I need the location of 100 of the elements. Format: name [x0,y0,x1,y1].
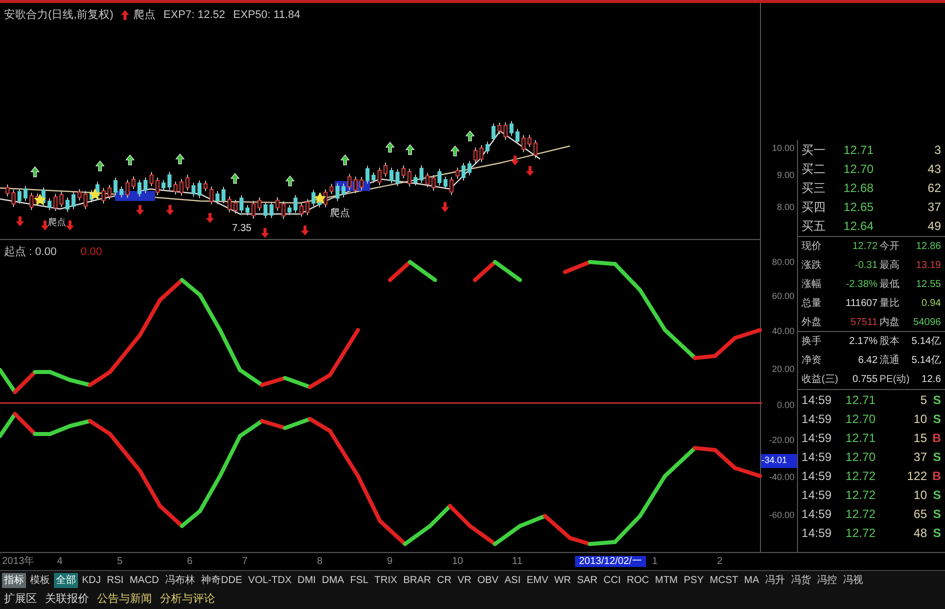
indicator-tab[interactable]: DMI [296,572,318,588]
tick-volume: 5 [919,392,927,408]
quote-value: 12.72 [852,240,878,254]
indicator-tab[interactable]: EMV [524,572,550,588]
bid-volume: 43 [926,160,941,178]
panel-tab[interactable]: 分析与评论 [160,590,215,608]
star-icon [89,188,101,200]
bid-volume: 37 [926,198,941,216]
indicator-tab[interactable]: 神奇DDE [199,572,244,588]
quote-value: 12.6 [920,373,941,387]
quote-value: -2.38% [844,278,878,292]
up-arrow-icon [385,142,395,153]
axis-label: 0.00 [777,399,795,412]
axis-label: 8.00 [777,201,795,214]
indicator-tab[interactable]: BRAR [401,572,433,588]
indicator-tab[interactable]: CCI [602,572,623,588]
axis-label: -20.00 [769,434,795,447]
quote-label: 收益(三) [802,373,840,387]
indicator-tab[interactable]: FSL [348,572,370,588]
indicator-tab[interactable]: ROC [624,572,651,588]
tick-time: 14:59 [802,410,833,428]
tick-price: 12.72 [846,486,877,504]
indicator-tab[interactable]: 冯货 [789,572,814,588]
trade-side: S [932,448,941,466]
bid-price: 12.71 [844,142,875,158]
up-arrow-icon [465,130,475,142]
quote-value: 0.94 [920,297,941,311]
trade-side: B [931,468,941,484]
tick-price: 12.72 [846,468,877,484]
indicator-tab[interactable]: 冯控 [815,572,840,588]
indicator-tab[interactable]: 冯升 [763,572,788,588]
indicator-tab[interactable]: 全部 [54,572,78,588]
indicator-tab[interactable]: PSY [682,572,706,588]
quote-label: PE(动) [878,373,911,387]
bid-price: 12.68 [844,180,875,196]
panel-tab[interactable]: 扩展区 [4,590,37,608]
tick-time: 14:59 [802,448,833,466]
quote-value: 12.55 [914,278,941,292]
bid-volume: 49 [926,218,941,234]
bid-label: 买二 [802,160,827,178]
tick-time: 14:59 [802,430,833,446]
indicator-tab[interactable]: MA [742,572,762,588]
time-axis-label: 10 [451,556,464,567]
panel-tab[interactable]: 关联报价 [45,590,89,608]
indicator-tab[interactable]: 冯视 [841,572,866,588]
tick-volume: 10 [912,486,927,504]
indicator-tab[interactable]: WR [552,572,573,588]
low-price-label: 7.35 [232,223,252,234]
axis-label: 20.00 [772,363,795,376]
up-arrow-icon [121,10,130,20]
tick-price: 12.71 [846,430,877,446]
quote-value: -0.31 [854,259,878,273]
indicator-tab[interactable]: OBV [475,572,500,588]
tick-time: 14:59 [802,506,833,522]
quote-value: 12.86 [914,240,941,254]
quote-value: 5.14亿 [912,335,941,349]
indicator-tab[interactable]: 指标 [2,572,26,588]
indicator-tab[interactable]: RSI [104,572,126,588]
trade-side: S [932,392,941,408]
axis-label: 9.00 [777,169,795,182]
axis-label: 10.00 [772,142,795,155]
up-arrow-icon [405,144,415,156]
indicator-tab[interactable]: ASI [502,572,523,588]
tick-volume: 15 [912,430,927,446]
chart-title: 安歌合力(日线,前复权) [4,8,114,23]
down-arrow-icon [136,205,144,215]
tick-volume: 122 [906,468,927,484]
indicator-tab[interactable]: CR [435,572,454,588]
indicator-tab[interactable]: DMA [320,572,346,588]
signal-label: 爬点 [330,208,350,219]
trade-side: S [932,410,941,428]
quote-label: 总量 [802,296,823,311]
up-arrow-icon [95,160,105,172]
trade-side: S [932,506,941,522]
indicator-tab[interactable]: MCST [708,572,740,588]
up-arrow-icon [175,154,185,164]
indicator-tab[interactable]: MACD [128,572,162,588]
indicator-tab[interactable]: MTM [652,572,680,588]
indicator-tab[interactable]: 模板 [28,572,52,588]
indicator-tab[interactable]: VR [455,572,474,588]
bid-price: 12.65 [844,198,875,216]
quote-value: 6.42 [857,354,878,368]
quote-label: 股本 [878,334,901,349]
time-axis-label: 2 [716,556,724,567]
bid-label: 买一 [802,142,827,158]
indicator-tab[interactable]: 冯布林 [163,572,198,588]
indicator-tab[interactable]: TRIX [372,572,400,588]
indicator-tab[interactable]: KDJ [80,572,103,588]
down-arrow-icon [441,202,449,212]
indicator-tab[interactable]: VOL-TDX [246,572,294,588]
time-axis-label: 7 [241,556,249,567]
time-axis-label: 2013年 [1,556,36,567]
quote-value: 54096 [912,316,941,330]
panel-tab[interactable]: 公告与新闻 [97,590,152,608]
indicator-tab[interactable]: SAR [574,572,600,588]
indicator-value: 0.00 [80,245,102,260]
quote-label: 涨跌 [802,258,823,273]
quote-value: 57511 [849,316,878,330]
tick-volume: 10 [912,410,927,428]
down-arrow-icon [66,220,74,230]
